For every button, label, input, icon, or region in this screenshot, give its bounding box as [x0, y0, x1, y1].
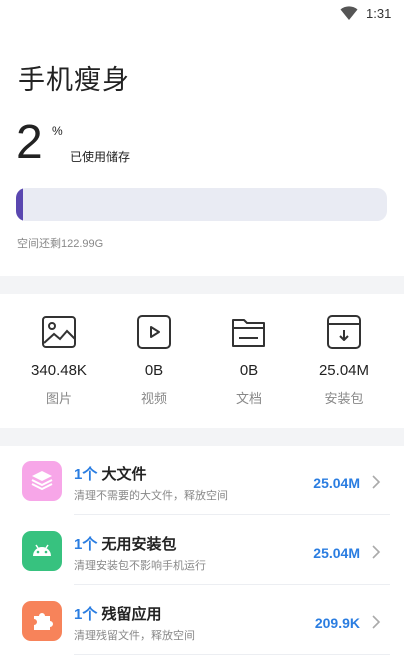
chevron-right-icon: [372, 475, 381, 489]
android-icon: [22, 531, 62, 571]
status-bar: 1:31: [0, 0, 404, 28]
cleanup-item-count: 1个: [74, 606, 98, 623]
category-documents[interactable]: 0B 文档: [199, 314, 299, 407]
cleanup-item-size: 209.9K: [314, 615, 360, 631]
cleanup-item-name: 残留应用: [101, 606, 162, 623]
row-divider: [74, 584, 390, 585]
cleanup-item-subtitle: 清理残留文件，释放空间: [74, 630, 195, 642]
category-size: 340.48K: [31, 362, 87, 379]
cleanup-item-count: 1个: [74, 536, 98, 553]
cleanup-item-residual-apps[interactable]: 1个 残留应用 清理残留文件，释放空间 209.9K: [0, 587, 404, 655]
category-label: 视频: [140, 391, 167, 406]
category-packages[interactable]: 25.04M 安装包: [294, 314, 394, 407]
cleanup-item-name: 无用安装包: [101, 536, 177, 553]
category-grid: 340.48K 图片 0B 视频 0B 文档 25.04M 安装包: [0, 296, 404, 428]
usage-label: 已使用储存: [70, 150, 131, 164]
image-icon: [42, 316, 76, 348]
category-size: 25.04M: [318, 362, 370, 379]
cleanup-item-large-files[interactable]: 1个 大文件 清理不需要的大文件，释放空间 25.04M: [0, 447, 404, 515]
storage-progress-bar: [16, 188, 387, 221]
cleanup-item-subtitle: 清理不需要的大文件，释放空间: [74, 490, 228, 502]
cleanup-item-count: 1个: [74, 466, 98, 483]
storage-progress-fill: [16, 188, 24, 221]
remaining-space: 空间还剩122.99G: [17, 238, 104, 250]
package-download-icon: [327, 315, 361, 349]
cleanup-item-size: 25.04M: [313, 475, 360, 491]
row-divider: [74, 514, 390, 515]
category-label: 图片: [45, 391, 72, 406]
category-size: 0B: [144, 362, 164, 379]
section-divider: [0, 428, 404, 446]
video-icon: [137, 315, 171, 349]
usage-unit: %: [52, 124, 63, 138]
wifi-icon: [340, 6, 358, 20]
cleanup-item-title: 1个 残留应用: [74, 603, 162, 624]
status-time: 1:31: [366, 6, 392, 21]
chevron-right-icon: [372, 615, 381, 629]
row-divider: [74, 654, 390, 655]
cleanup-item-name: 大文件: [101, 466, 147, 483]
page-title: 手机瘦身: [18, 65, 130, 95]
cleanup-item-title: 1个 大文件: [74, 463, 147, 484]
chevron-right-icon: [372, 545, 381, 559]
category-videos[interactable]: 0B 视频: [104, 314, 204, 407]
usage-percent: 2: [16, 116, 43, 169]
category-size: 0B: [239, 362, 259, 379]
category-label: 安装包: [324, 391, 364, 406]
section-divider: [0, 276, 404, 294]
folder-icon: [232, 319, 265, 347]
category-label: 文档: [235, 391, 262, 406]
cleanup-item-title: 1个 无用安装包: [74, 533, 177, 554]
category-images[interactable]: 340.48K 图片: [9, 314, 109, 407]
layers-icon: [22, 461, 62, 501]
cleanup-item-subtitle: 清理安装包不影响手机运行: [74, 560, 206, 572]
cleanup-item-size: 25.04M: [313, 545, 360, 561]
puzzle-icon: [22, 601, 62, 641]
cleanup-item-unused-packages[interactable]: 1个 无用安装包 清理安装包不影响手机运行 25.04M: [0, 517, 404, 585]
